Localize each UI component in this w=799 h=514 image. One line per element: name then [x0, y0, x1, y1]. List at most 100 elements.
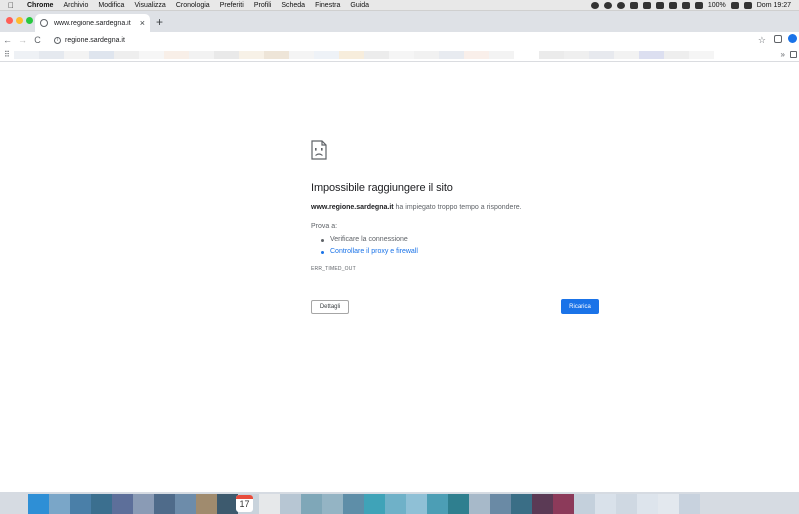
- dock-app-icon[interactable]: [679, 494, 700, 514]
- bookmark-item[interactable]: [339, 51, 364, 59]
- reload-icon[interactable]: C: [30, 32, 45, 48]
- menu-app-name[interactable]: Chrome: [22, 0, 58, 11]
- wifi-icon[interactable]: [681, 1, 690, 9]
- dock-app-icon[interactable]: [637, 494, 658, 514]
- menu-archivio[interactable]: Archivio: [58, 0, 93, 11]
- status-app-icon[interactable]: [616, 1, 625, 9]
- bookmark-item[interactable]: [564, 51, 589, 59]
- dock-app-icon[interactable]: [385, 494, 406, 514]
- address-bar-url[interactable]: regione.sardegna.it: [65, 37, 125, 44]
- address-bar[interactable]: i regione.sardegna.it ☆: [50, 33, 770, 47]
- dock-app-icon[interactable]: [217, 494, 238, 514]
- status-app-icon[interactable]: [590, 1, 599, 9]
- volume-icon[interactable]: [694, 1, 703, 9]
- bookmark-item[interactable]: [514, 51, 539, 59]
- menu-profili[interactable]: Profili: [249, 0, 277, 11]
- status-app-icon[interactable]: [655, 1, 664, 9]
- bookmark-item[interactable]: [489, 51, 514, 59]
- dock-app-icon[interactable]: [490, 494, 511, 514]
- bookmark-item[interactable]: [664, 51, 689, 59]
- clock[interactable]: Dom 19:27: [757, 2, 791, 9]
- bookmark-item[interactable]: [264, 51, 289, 59]
- dock-app-icon[interactable]: [133, 494, 154, 514]
- bookmark-item[interactable]: [589, 51, 614, 59]
- window-close-button[interactable]: [6, 17, 13, 24]
- bookmark-item[interactable]: [314, 51, 339, 59]
- dock-app-icon[interactable]: [280, 494, 301, 514]
- dock-app-icon[interactable]: [28, 494, 49, 514]
- reading-list-icon[interactable]: [774, 34, 782, 43]
- menu-finestra[interactable]: Finestra: [310, 0, 345, 11]
- bookmark-item[interactable]: [64, 51, 89, 59]
- new-tab-button[interactable]: +: [156, 16, 163, 28]
- apps-grid-icon[interactable]: ⠿: [4, 51, 10, 59]
- bookmark-item[interactable]: [39, 51, 64, 59]
- more-bookmarks-icon[interactable]: »: [781, 50, 785, 59]
- bookmark-item[interactable]: [239, 51, 264, 59]
- menu-cronologia[interactable]: Cronologia: [171, 0, 215, 11]
- bookmark-item[interactable]: [89, 51, 114, 59]
- bookmark-item[interactable]: [289, 51, 314, 59]
- bookmark-item[interactable]: [689, 51, 714, 59]
- bookmark-item[interactable]: [439, 51, 464, 59]
- bookmark-star-icon[interactable]: ☆: [758, 35, 766, 46]
- bookmark-item[interactable]: [414, 51, 439, 59]
- status-app-icon[interactable]: [642, 1, 651, 9]
- bookmark-item[interactable]: [614, 51, 639, 59]
- dock-app-icon[interactable]: [259, 494, 280, 514]
- dock-app-icon[interactable]: [343, 494, 364, 514]
- dock-app-icon[interactable]: [406, 494, 427, 514]
- battery-icon[interactable]: [730, 1, 739, 9]
- dock-app-icon[interactable]: [427, 494, 448, 514]
- window-minimize-button[interactable]: [16, 17, 23, 24]
- bookmark-item[interactable]: [389, 51, 414, 59]
- window-zoom-button[interactable]: [26, 17, 33, 24]
- apple-menu-icon[interactable]: : [0, 1, 22, 10]
- status-app-icon[interactable]: [629, 1, 638, 9]
- bookmark-item[interactable]: [539, 51, 564, 59]
- details-button[interactable]: Dettagli: [311, 300, 349, 314]
- bookmark-item[interactable]: [364, 51, 389, 59]
- status-app-icon[interactable]: [603, 1, 612, 9]
- menu-visualizza[interactable]: Visualizza: [129, 0, 170, 11]
- dock-app-icon[interactable]: [154, 494, 175, 514]
- bookmark-item[interactable]: [214, 51, 239, 59]
- dock-app-icon[interactable]: [616, 494, 637, 514]
- dock-app-icon[interactable]: [196, 494, 217, 514]
- dock-app-icon[interactable]: [301, 494, 322, 514]
- dock-app-icon[interactable]: [511, 494, 532, 514]
- bookmark-item[interactable]: [14, 51, 39, 59]
- dock-app-icon[interactable]: [469, 494, 490, 514]
- profile-avatar-icon[interactable]: [788, 34, 797, 43]
- site-info-icon[interactable]: i: [54, 36, 61, 44]
- dock-app-icon[interactable]: [553, 494, 574, 514]
- bookmark-item[interactable]: [164, 51, 189, 59]
- bookmark-item[interactable]: [139, 51, 164, 59]
- calendar-app-icon[interactable]: 17: [236, 495, 253, 512]
- keyboard-input-icon[interactable]: [743, 1, 752, 9]
- other-bookmarks-icon[interactable]: [790, 51, 797, 58]
- reload-button[interactable]: Ricarica: [561, 299, 599, 314]
- bookmark-item[interactable]: [114, 51, 139, 59]
- dock-app-icon[interactable]: [658, 494, 679, 514]
- suggestion-check-proxy-link[interactable]: Controllare il proxy e firewall: [311, 246, 418, 258]
- menu-preferiti[interactable]: Preferiti: [215, 0, 249, 11]
- menu-scheda[interactable]: Scheda: [276, 0, 310, 11]
- dock-app-icon[interactable]: [574, 494, 595, 514]
- battery-percent[interactable]: 100%: [708, 2, 726, 9]
- dock-app-icon[interactable]: [70, 494, 91, 514]
- dock-app-icon[interactable]: [364, 494, 385, 514]
- dock-app-icon[interactable]: [448, 494, 469, 514]
- bookmark-item[interactable]: [464, 51, 489, 59]
- dock-app-icon[interactable]: [532, 494, 553, 514]
- bookmark-item[interactable]: [639, 51, 664, 59]
- dock-app-icon[interactable]: [112, 494, 133, 514]
- dock-app-icon[interactable]: [322, 494, 343, 514]
- status-app-icon[interactable]: [668, 1, 677, 9]
- dock-app-icon[interactable]: [595, 494, 616, 514]
- dock-app-icon[interactable]: [175, 494, 196, 514]
- forward-button[interactable]: →: [15, 32, 30, 48]
- tab-close-icon[interactable]: ×: [140, 18, 145, 28]
- dock-app-icon[interactable]: [91, 494, 112, 514]
- active-tab[interactable]: www.regione.sardegna.it ×: [35, 14, 150, 32]
